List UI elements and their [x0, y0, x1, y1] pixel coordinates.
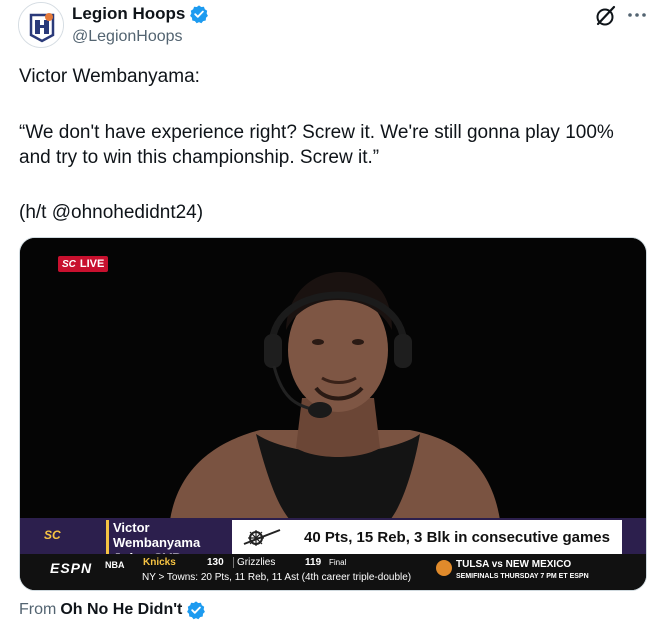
- chyron-stat-text: 40 Pts, 15 Reb, 3 Blk in consecutive gam…: [304, 529, 610, 546]
- ticker-team1: Knicks: [143, 557, 176, 568]
- author-avatar[interactable]: [18, 2, 64, 48]
- tweet-header: Legion Hoops @LegionHoops: [0, 0, 660, 60]
- ticker-score1: 130: [207, 557, 224, 568]
- live-network-logo: SC: [62, 258, 76, 270]
- chyron-name-box: Victor Wembanyama Joins SVP: [106, 520, 230, 566]
- source-account-link[interactable]: Oh No He Didn't: [60, 601, 182, 619]
- spurs-logo-icon: [232, 520, 292, 554]
- video-player[interactable]: SC LIVE SC Victor Wembanyama Joins SVP 4…: [19, 237, 647, 591]
- chyron-stat-box: 40 Pts, 15 Reb, 3 Blk in consecutive gam…: [292, 520, 622, 554]
- ticker-promo: TULSA vs NEW MEXICO SEMIFINALS THURSDAY …: [434, 556, 604, 590]
- verified-badge-icon: [187, 601, 206, 620]
- ticker-stat-line: NY > Towns: 20 Pts, 11 Reb, 11 Ast (4th …: [142, 572, 412, 583]
- live-badge: SC LIVE: [58, 256, 109, 272]
- author-display-name[interactable]: Legion Hoops: [72, 4, 185, 24]
- live-label: LIVE: [79, 258, 105, 270]
- source-prefix: From: [19, 601, 57, 618]
- ticker-score2: 119: [305, 557, 322, 568]
- chyron-player-name: Victor Wembanyama: [113, 520, 201, 550]
- ticker-league: NBA: [105, 560, 125, 570]
- tweet-credit: (h/t @ohnohedidnt24): [19, 202, 204, 223]
- tweet-line-speaker: Victor Wembanyama:: [19, 66, 200, 87]
- score-ticker: ESPN NBA Knicks 130 Grizzlies 119 Final …: [20, 554, 646, 590]
- tweet-quote: “We don't have experience right? Screw i…: [19, 122, 620, 168]
- broadcast-chyron: SC Victor Wembanyama Joins SVP 40 Pts, 1…: [20, 518, 646, 590]
- basketball-icon: [436, 560, 452, 576]
- chyron-top-bar: SC Victor Wembanyama Joins SVP 40 Pts, 1…: [20, 518, 646, 566]
- legion-hoops-logo-icon: [19, 3, 63, 47]
- promo-subtitle: SEMIFINALS THURSDAY 7 PM ET ESPN: [456, 573, 589, 580]
- author-name-row: Legion Hoops: [72, 4, 209, 24]
- chyron-network-logo: SC: [44, 528, 61, 542]
- video-source-attribution: From Oh No He Didn't: [19, 600, 206, 620]
- ticker-team2: Grizzlies: [233, 557, 275, 568]
- grok-icon[interactable]: [594, 4, 618, 28]
- verified-badge-icon: [190, 5, 209, 24]
- more-icon[interactable]: [626, 4, 648, 26]
- espn-logo: ESPN: [50, 560, 93, 576]
- author-handle[interactable]: @LegionHoops: [72, 28, 183, 46]
- promo-title: TULSA vs NEW MEXICO: [456, 559, 572, 570]
- ticker-status: Final: [329, 558, 347, 567]
